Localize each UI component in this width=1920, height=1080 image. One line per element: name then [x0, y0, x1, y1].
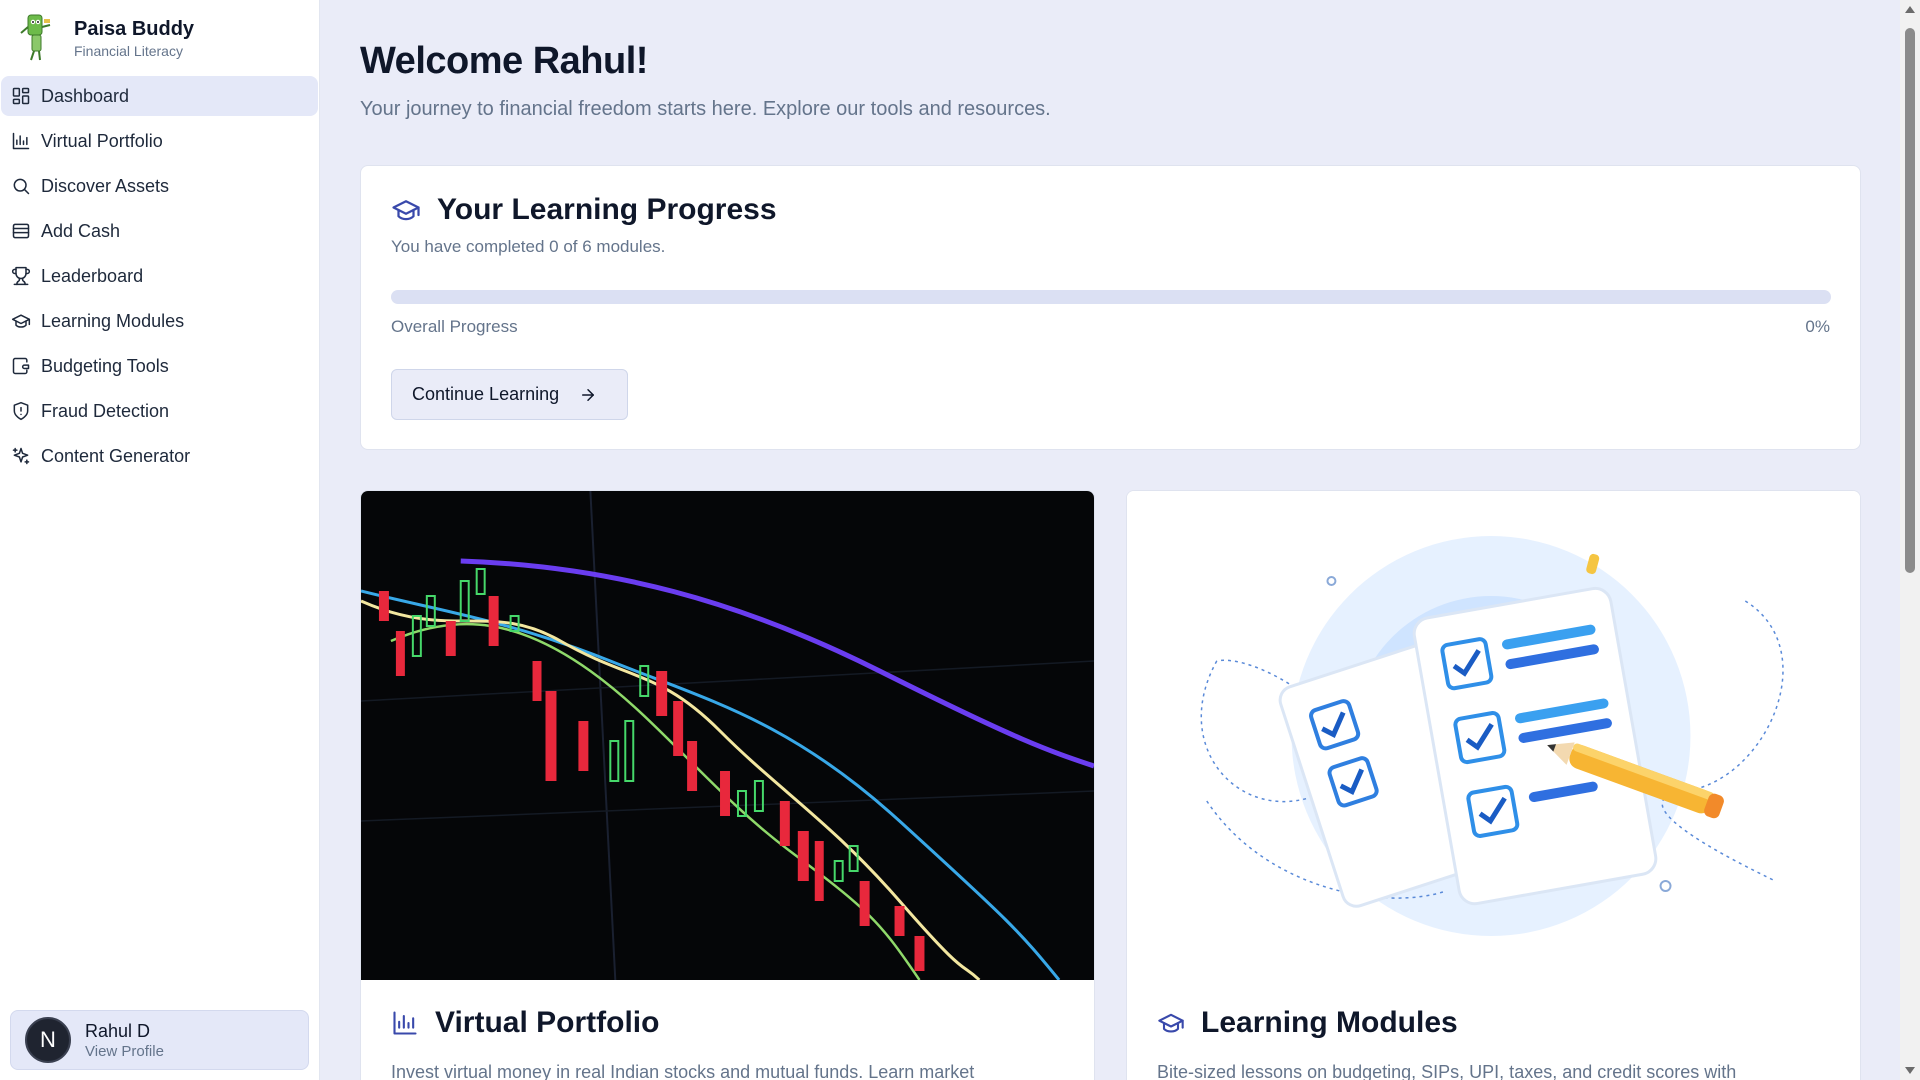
wallet-icon — [12, 223, 30, 239]
sidebar-item-leaderboard[interactable]: Leaderboard — [1, 256, 318, 296]
virtual-portfolio-title: Virtual Portfolio — [435, 1006, 660, 1039]
avatar: N — [25, 1017, 71, 1063]
bar-chart-icon — [393, 1011, 417, 1035]
virtual-portfolio-description: Invest virtual money in real Indian stoc… — [391, 1062, 975, 1080]
checklist-clipboard-illustration — [1127, 491, 1860, 980]
page-scrollbar[interactable] — [1900, 0, 1920, 1080]
scroll-up-arrow-icon[interactable] — [1905, 6, 1915, 13]
page-title: Welcome Rahul! — [360, 40, 648, 82]
virtual-portfolio-card[interactable]: Virtual Portfolio Invest virtual money i… — [360, 490, 1095, 1080]
sidebar-item-label: Content Generator — [41, 445, 191, 466]
sidebar-item-content-generator[interactable]: Content Generator — [1, 436, 318, 476]
learning-modules-card[interactable]: Learning Modules Bite-sized lessons on b… — [1126, 490, 1861, 1080]
profile-name: Rahul D — [85, 1020, 151, 1041]
sidebar-item-label: Discover Assets — [41, 175, 170, 196]
bar-chart-icon — [12, 132, 30, 150]
arrow-right-icon — [582, 388, 595, 401]
brand-title: Paisa Buddy — [74, 18, 195, 40]
dashboard-grid-icon — [12, 87, 30, 105]
sidebar-item-label: Fraud Detection — [41, 400, 170, 421]
sidebar-nav: Dashboard Virtual Portfolio Discover Ass… — [0, 76, 319, 476]
sidebar-item-fraud-detection[interactable]: Fraud Detection — [1, 391, 318, 431]
main-content: Welcome Rahul! Your journey to financial… — [360, 0, 1861, 1080]
graduation-cap-icon — [392, 200, 420, 221]
learning-modules-title: Learning Modules — [1201, 1006, 1458, 1039]
graduation-cap-icon — [11, 314, 31, 328]
stock-chart-image — [361, 491, 1094, 980]
sidebar-item-label: Dashboard — [41, 85, 130, 106]
sidebar-item-budgeting-tools[interactable]: Budgeting Tools — [1, 346, 318, 386]
progress-title: Your Learning Progress — [437, 193, 777, 226]
graduation-cap-icon — [1158, 1013, 1184, 1033]
brand[interactable]: Paisa Buddy Financial Literacy — [0, 0, 319, 76]
page-tagline: Your journey to financial freedom starts… — [360, 98, 1051, 120]
progress-subtitle: You have completed 0 of 6 modules. — [391, 237, 666, 256]
user-profile-card[interactable]: N Rahul D View Profile — [10, 1010, 309, 1070]
sidebar-item-label: Learning Modules — [41, 310, 185, 331]
continue-learning-button[interactable]: Continue Learning — [391, 369, 628, 420]
search-icon — [13, 178, 30, 195]
progress-bar — [391, 290, 1831, 304]
overall-progress-value: 0% — [1805, 317, 1830, 336]
sidebar: Paisa Buddy Financial Literacy Dashboard… — [0, 0, 320, 1080]
sparkles-icon — [12, 447, 30, 465]
trophy-icon — [11, 266, 31, 286]
learning-progress-card: Your Learning Progress You have complete… — [360, 165, 1861, 450]
learning-modules-description: Bite-sized lessons on budgeting, SIPs, U… — [1157, 1062, 1737, 1080]
candlestick-photo-illustration — [361, 491, 1094, 980]
paisa-buddy-logo — [20, 14, 51, 61]
sidebar-item-dashboard[interactable]: Dashboard — [1, 76, 318, 116]
sidebar-item-label: Add Cash — [41, 220, 121, 241]
sidebar-item-virtual-portfolio[interactable]: Virtual Portfolio — [1, 121, 318, 161]
brand-subtitle: Financial Literacy — [74, 43, 183, 59]
sidebar-item-add-cash[interactable]: Add Cash — [1, 211, 318, 251]
shield-icon — [13, 401, 29, 421]
scrollbar-thumb[interactable] — [1905, 28, 1915, 573]
view-profile-link[interactable]: View Profile — [85, 1043, 164, 1060]
sidebar-item-label: Leaderboard — [41, 265, 144, 286]
sidebar-item-label: Budgeting Tools — [41, 355, 169, 376]
sidebar-item-learning-modules[interactable]: Learning Modules — [1, 301, 318, 341]
checklist-illustration — [1127, 491, 1860, 980]
sidebar-item-label: Virtual Portfolio — [41, 130, 163, 151]
budget-wallet-icon — [12, 357, 30, 375]
continue-learning-label: Continue Learning — [412, 384, 560, 404]
overall-progress-label: Overall Progress — [391, 317, 518, 336]
sidebar-item-discover-assets[interactable]: Discover Assets — [1, 166, 318, 206]
scroll-down-arrow-icon[interactable] — [1905, 1067, 1915, 1074]
